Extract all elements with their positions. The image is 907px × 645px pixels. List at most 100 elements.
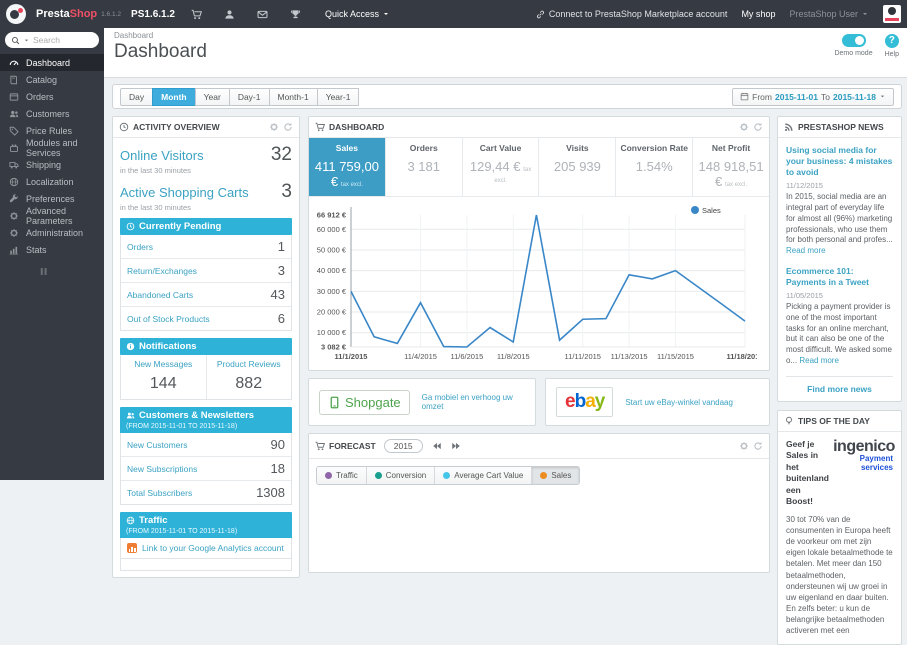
user-icon[interactable] <box>224 9 235 20</box>
kpi-orders[interactable]: Orders 3 181 <box>386 138 463 196</box>
breadcrumb[interactable]: Dashboard <box>114 31 897 40</box>
ebay-banner[interactable]: ebay Start uw eBay-winkel vandaag <box>545 378 770 426</box>
sidebar-item-administration[interactable]: Administration <box>0 224 104 241</box>
legend-conversion[interactable]: Conversion <box>365 467 435 484</box>
range-button-year[interactable]: Year <box>194 87 230 106</box>
cart-icon[interactable] <box>191 9 202 20</box>
pending-link[interactable]: Out of Stock Products <box>127 314 210 324</box>
pending-row: Orders 1 <box>127 239 285 254</box>
legend-traffic[interactable]: Traffic <box>317 467 366 484</box>
kpi-conversion-rate[interactable]: Conversion Rate 1.54% <box>616 138 694 196</box>
gear-icon[interactable] <box>739 441 749 451</box>
tip-body: 30 tot 70% van de consumenten in Europa … <box>786 514 893 636</box>
legend-average-cart-value[interactable]: Average Cart Value <box>434 467 532 484</box>
search-icon[interactable] <box>11 36 20 45</box>
search-input[interactable] <box>33 35 85 45</box>
to-label: To <box>821 91 830 102</box>
kpi-cart-value[interactable]: Cart Value 129,44 € tax excl. <box>463 138 540 196</box>
fast-forward-icon[interactable] <box>451 441 461 451</box>
customers-link[interactable]: New Subscriptions <box>127 464 197 474</box>
caret-down-icon[interactable] <box>23 37 30 44</box>
help-icon[interactable]: ? <box>884 34 899 48</box>
refresh-icon[interactable] <box>753 122 763 132</box>
collapse-menu-icon[interactable] <box>38 266 49 277</box>
sidebar-item-advanced-parameters[interactable]: Advanced Parameters <box>0 206 104 226</box>
kpi-visits[interactable]: Visits 205 939 <box>539 138 617 196</box>
online-visitors-link[interactable]: Online Visitors <box>120 148 204 163</box>
sidebar-item-label: Stats <box>26 244 47 255</box>
modules-icon <box>9 143 19 153</box>
rewind-icon[interactable] <box>432 441 442 451</box>
advanced-parameters-icon <box>9 211 19 221</box>
pending-link[interactable]: Abandoned Carts <box>127 290 193 300</box>
svg-text:11/4/2015: 11/4/2015 <box>404 352 437 361</box>
forecast-year[interactable]: 2015 <box>383 439 423 453</box>
shopgate-banner[interactable]: Shopgate Ga mobiel en verhoog uw omzet <box>308 378 536 426</box>
clock-icon <box>119 122 129 132</box>
ebay-link[interactable]: Start uw eBay-winkel vandaag <box>625 398 733 407</box>
kpi-sales[interactable]: Sales 411 759,00 € tax excl. <box>309 138 386 196</box>
sidebar-item-localization[interactable]: Localization <box>0 173 104 190</box>
notifications-header: Notifications <box>120 338 292 355</box>
range-button-year-1[interactable]: Year-1 <box>316 87 360 106</box>
read-more-link[interactable]: Read more <box>786 246 826 255</box>
product-reviews-link[interactable]: Product Reviews <box>209 359 290 369</box>
refresh-icon[interactable] <box>283 122 293 132</box>
sidebar-item-customers[interactable]: Customers <box>0 105 104 122</box>
active-carts-link[interactable]: Active Shopping Carts <box>120 185 249 200</box>
brand-name[interactable]: PrestaShop <box>36 8 97 20</box>
quick-access-menu[interactable]: Quick Access <box>325 9 390 19</box>
kpi-row: Sales 411 759,00 € tax excl. Orders 3 181 … <box>309 138 769 197</box>
new-messages-link[interactable]: New Messages <box>123 359 204 369</box>
trophy-icon[interactable] <box>290 9 301 20</box>
prestashop-logo[interactable] <box>6 4 26 24</box>
sidebar-item-dashboard[interactable]: Dashboard <box>0 54 104 71</box>
demo-mode-toggle[interactable] <box>841 34 866 47</box>
kpi-net-profit[interactable]: Net Profit 148 918,51 € tax excl. <box>693 138 769 196</box>
customers-link[interactable]: Total Subscribers <box>127 488 192 498</box>
news-article-title[interactable]: Ecommerce 101: Payments in a Tweet <box>786 266 893 288</box>
globe-icon <box>126 516 135 525</box>
svg-text:40 000 €: 40 000 € <box>317 266 347 275</box>
sidebar-item-orders[interactable]: Orders <box>0 88 104 105</box>
news-article-title[interactable]: Using social media for your business: 4 … <box>786 145 893 178</box>
refresh-icon[interactable] <box>753 441 763 451</box>
panel-title: ACTIVITY OVERVIEW <box>133 122 220 132</box>
customers-row: New Customers 90 <box>127 437 285 452</box>
sidebar-item-price-rules[interactable]: Price Rules <box>0 122 104 139</box>
mail-icon[interactable] <box>257 9 268 20</box>
pending-row: Out of Stock Products 6 <box>121 306 291 330</box>
sidebar-item-modules[interactable]: Modules and Services <box>0 138 104 158</box>
marketplace-link[interactable]: Connect to PrestaShop Marketplace accoun… <box>536 9 727 19</box>
sidebar-item-label: Localization <box>26 176 74 187</box>
traffic-dot-icon <box>325 472 332 479</box>
range-button-month-1[interactable]: Month-1 <box>268 87 318 106</box>
sidebar-item-preferences[interactable]: Preferences <box>0 190 104 207</box>
range-button-month[interactable]: Month <box>152 87 196 106</box>
customers-link[interactable]: New Customers <box>127 440 187 450</box>
gear-icon[interactable] <box>739 122 749 132</box>
shopgate-link[interactable]: Ga mobiel en verhoog uw omzet <box>422 393 525 411</box>
avatar[interactable] <box>883 5 901 23</box>
read-more-link[interactable]: Read more <box>799 356 839 365</box>
range-button-day[interactable]: Day <box>120 87 154 106</box>
sidebar-item-stats[interactable]: Stats <box>0 241 104 258</box>
gear-icon[interactable] <box>269 122 279 132</box>
price-rules-icon <box>9 126 19 136</box>
pending-link[interactable]: Orders <box>127 242 153 252</box>
sidebar-item-shipping[interactable]: Shipping <box>0 156 104 173</box>
google-analytics-link[interactable]: Link to your Google Analytics account <box>142 543 284 553</box>
pending-link[interactable]: Return/Exchanges <box>127 266 197 276</box>
average-cart-value-dot-icon <box>443 472 451 479</box>
user-menu[interactable]: PrestaShop User <box>789 9 869 19</box>
my-shop-link[interactable]: My shop <box>741 9 775 19</box>
sidebar-search[interactable] <box>5 32 99 48</box>
sidebar-item-catalog[interactable]: Catalog <box>0 71 104 88</box>
sidebar-item-label: Orders <box>26 91 54 102</box>
panel-title: DASHBOARD <box>329 122 385 132</box>
find-more-news-link[interactable]: Find more news <box>786 375 893 394</box>
clock-icon <box>126 222 135 231</box>
legend-sales[interactable]: Sales <box>531 467 580 484</box>
date-range-picker[interactable]: From 2015-11-01 To 2015-11-18 <box>732 87 894 106</box>
range-button-day-1[interactable]: Day-1 <box>228 87 270 106</box>
